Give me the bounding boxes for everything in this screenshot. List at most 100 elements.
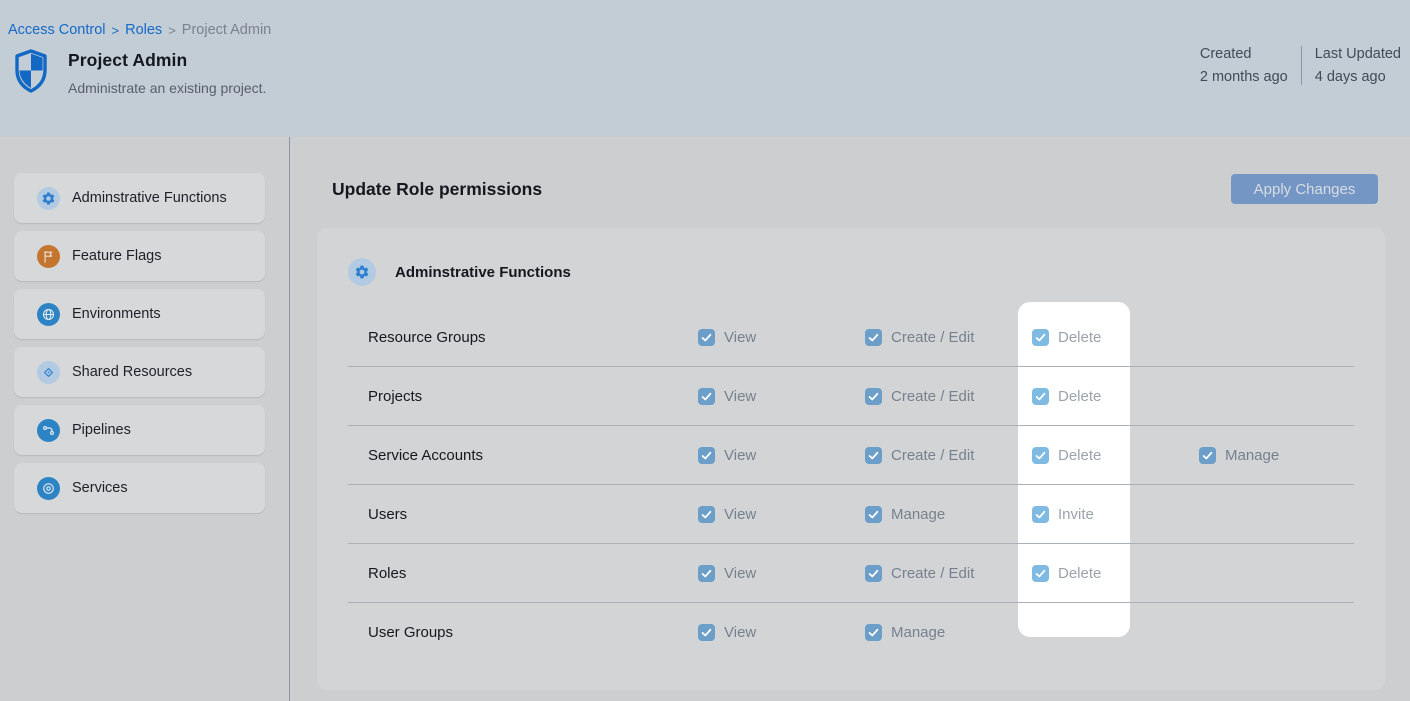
permission-cell: Create / Edit xyxy=(865,329,1032,346)
permission-row: Users View Manage Invite xyxy=(348,485,1354,544)
sidebar-item-pipelines[interactable]: Pipelines xyxy=(14,405,265,455)
checkbox-invite[interactable] xyxy=(1032,506,1049,523)
permission-row-name: Roles xyxy=(348,565,698,582)
sidebar-item-label: Feature Flags xyxy=(72,248,161,264)
permission-row-name: User Groups xyxy=(348,624,698,641)
meta-value: 4 days ago xyxy=(1315,69,1401,85)
checkbox-view[interactable] xyxy=(698,388,715,405)
permission-cell: Delete xyxy=(1032,329,1354,346)
sidebar-item-shared-resources[interactable]: Shared Resources xyxy=(14,347,265,397)
sidebar-item-label: Environments xyxy=(72,306,161,322)
chevron-right-icon: > xyxy=(168,23,176,38)
main-content: Update Role permissions Apply Changes Ad… xyxy=(290,137,1410,701)
meta-block: Created 2 months ago xyxy=(1200,46,1288,85)
page: Access Control > Roles > Project Admin Proje… xyxy=(0,0,1410,701)
permissions-table: Resource Groups View Create / Edit Delete Pr… xyxy=(348,308,1354,662)
meta-label: Created xyxy=(1200,46,1288,62)
permission-label: Create / Edit xyxy=(891,388,974,405)
permissions-section-header: Adminstrative Functions xyxy=(317,228,1385,286)
checkbox-create-edit[interactable] xyxy=(865,447,882,464)
permission-row: Resource Groups View Create / Edit Delete xyxy=(348,308,1354,367)
permission-cell: Create / Edit xyxy=(865,565,1032,582)
meta-divider xyxy=(1301,46,1302,85)
permission-row-name: Users xyxy=(348,506,698,523)
breadcrumb-link[interactable]: Access Control xyxy=(8,22,106,38)
sidebar-item-label: Shared Resources xyxy=(72,364,192,380)
checkbox-manage[interactable] xyxy=(865,506,882,523)
checkbox-delete[interactable] xyxy=(1032,329,1049,346)
meta-value: 2 months ago xyxy=(1200,69,1288,85)
permission-label: Delete xyxy=(1058,329,1101,346)
sidebar-item-adminstrative-functions[interactable]: Adminstrative Functions xyxy=(14,173,265,223)
permission-label: View xyxy=(724,329,756,346)
services-icon xyxy=(37,477,60,500)
checkbox-view[interactable] xyxy=(698,624,715,641)
checkbox-delete[interactable] xyxy=(1032,388,1049,405)
permission-cell: Create / Edit xyxy=(865,447,1032,464)
sidebar-item-environments[interactable]: Environments xyxy=(14,289,265,339)
permission-cell: Manage xyxy=(865,506,1032,523)
checkbox-view[interactable] xyxy=(698,447,715,464)
permission-label: Delete xyxy=(1058,565,1101,582)
permission-label: Delete xyxy=(1058,388,1101,405)
permission-cell: View xyxy=(698,447,865,464)
checkbox-manage[interactable] xyxy=(865,624,882,641)
permission-cell: View xyxy=(698,565,865,582)
apply-changes-button[interactable]: Apply Changes xyxy=(1231,174,1378,204)
meta-label: Last Updated xyxy=(1315,46,1401,62)
sidebar-item-label: Services xyxy=(72,480,128,496)
gear-icon xyxy=(348,258,376,286)
permission-cell: Manage xyxy=(865,624,1354,641)
permission-label: Manage xyxy=(891,506,945,523)
permission-label: Manage xyxy=(1225,447,1279,464)
checkbox-create-edit[interactable] xyxy=(865,565,882,582)
permission-label: Delete xyxy=(1058,447,1101,464)
permission-cell: View xyxy=(698,624,865,641)
breadcrumb-link[interactable]: Roles xyxy=(125,22,162,38)
permissions-card: Adminstrative Functions Resource Groups V… xyxy=(317,228,1385,690)
checkbox-delete[interactable] xyxy=(1032,447,1049,464)
meta-block: Last Updated 4 days ago xyxy=(1315,46,1401,85)
sidebar-item-services[interactable]: Services xyxy=(14,463,265,513)
shield-icon xyxy=(14,49,48,93)
checkbox-view[interactable] xyxy=(698,506,715,523)
permission-label: View xyxy=(724,506,756,523)
permission-label: View xyxy=(724,624,756,641)
flag-icon xyxy=(37,245,60,268)
checkbox-view[interactable] xyxy=(698,329,715,346)
permission-row: Roles View Create / Edit Delete xyxy=(348,544,1354,603)
permissions-section-title: Adminstrative Functions xyxy=(395,264,571,281)
permission-cell: View xyxy=(698,388,865,405)
permission-cell: Create / Edit xyxy=(865,388,1032,405)
checkbox-delete[interactable] xyxy=(1032,565,1049,582)
permission-row-name: Service Accounts xyxy=(348,447,698,464)
permission-cell: Manage xyxy=(1199,447,1354,464)
sidebar-item-feature-flags[interactable]: Feature Flags xyxy=(14,231,265,281)
sidebar-item-label: Pipelines xyxy=(72,422,131,438)
globe-icon xyxy=(37,303,60,326)
checkbox-manage[interactable] xyxy=(1199,447,1216,464)
checkbox-create-edit[interactable] xyxy=(865,388,882,405)
role-meta: Created 2 months ago Last Updated 4 days ag… xyxy=(1200,46,1401,85)
permission-cell: Delete xyxy=(1032,388,1354,405)
permission-label: View xyxy=(724,447,756,464)
page-title: Project Admin xyxy=(68,50,266,71)
permission-label: Create / Edit xyxy=(891,329,974,346)
checkbox-create-edit[interactable] xyxy=(865,329,882,346)
sidebar-item-label: Adminstrative Functions xyxy=(72,190,227,206)
sidebar: Adminstrative Functions Feature Flags Envi… xyxy=(0,137,290,701)
permission-cell: Delete xyxy=(1032,565,1354,582)
page-subtitle: Administrate an existing project. xyxy=(68,80,266,96)
chevron-right-icon: > xyxy=(112,23,120,38)
pipeline-icon xyxy=(37,419,60,442)
permission-label: Manage xyxy=(891,624,945,641)
checkbox-view[interactable] xyxy=(698,565,715,582)
permission-label: View xyxy=(724,388,756,405)
permission-row-name: Projects xyxy=(348,388,698,405)
breadcrumb: Access Control > Roles > Project Admin xyxy=(0,0,1410,38)
breadcrumb-current: Project Admin xyxy=(182,22,271,38)
permission-label: View xyxy=(724,565,756,582)
permission-label: Create / Edit xyxy=(891,565,974,582)
permission-cell: Invite xyxy=(1032,506,1354,523)
permission-row-name: Resource Groups xyxy=(348,329,698,346)
